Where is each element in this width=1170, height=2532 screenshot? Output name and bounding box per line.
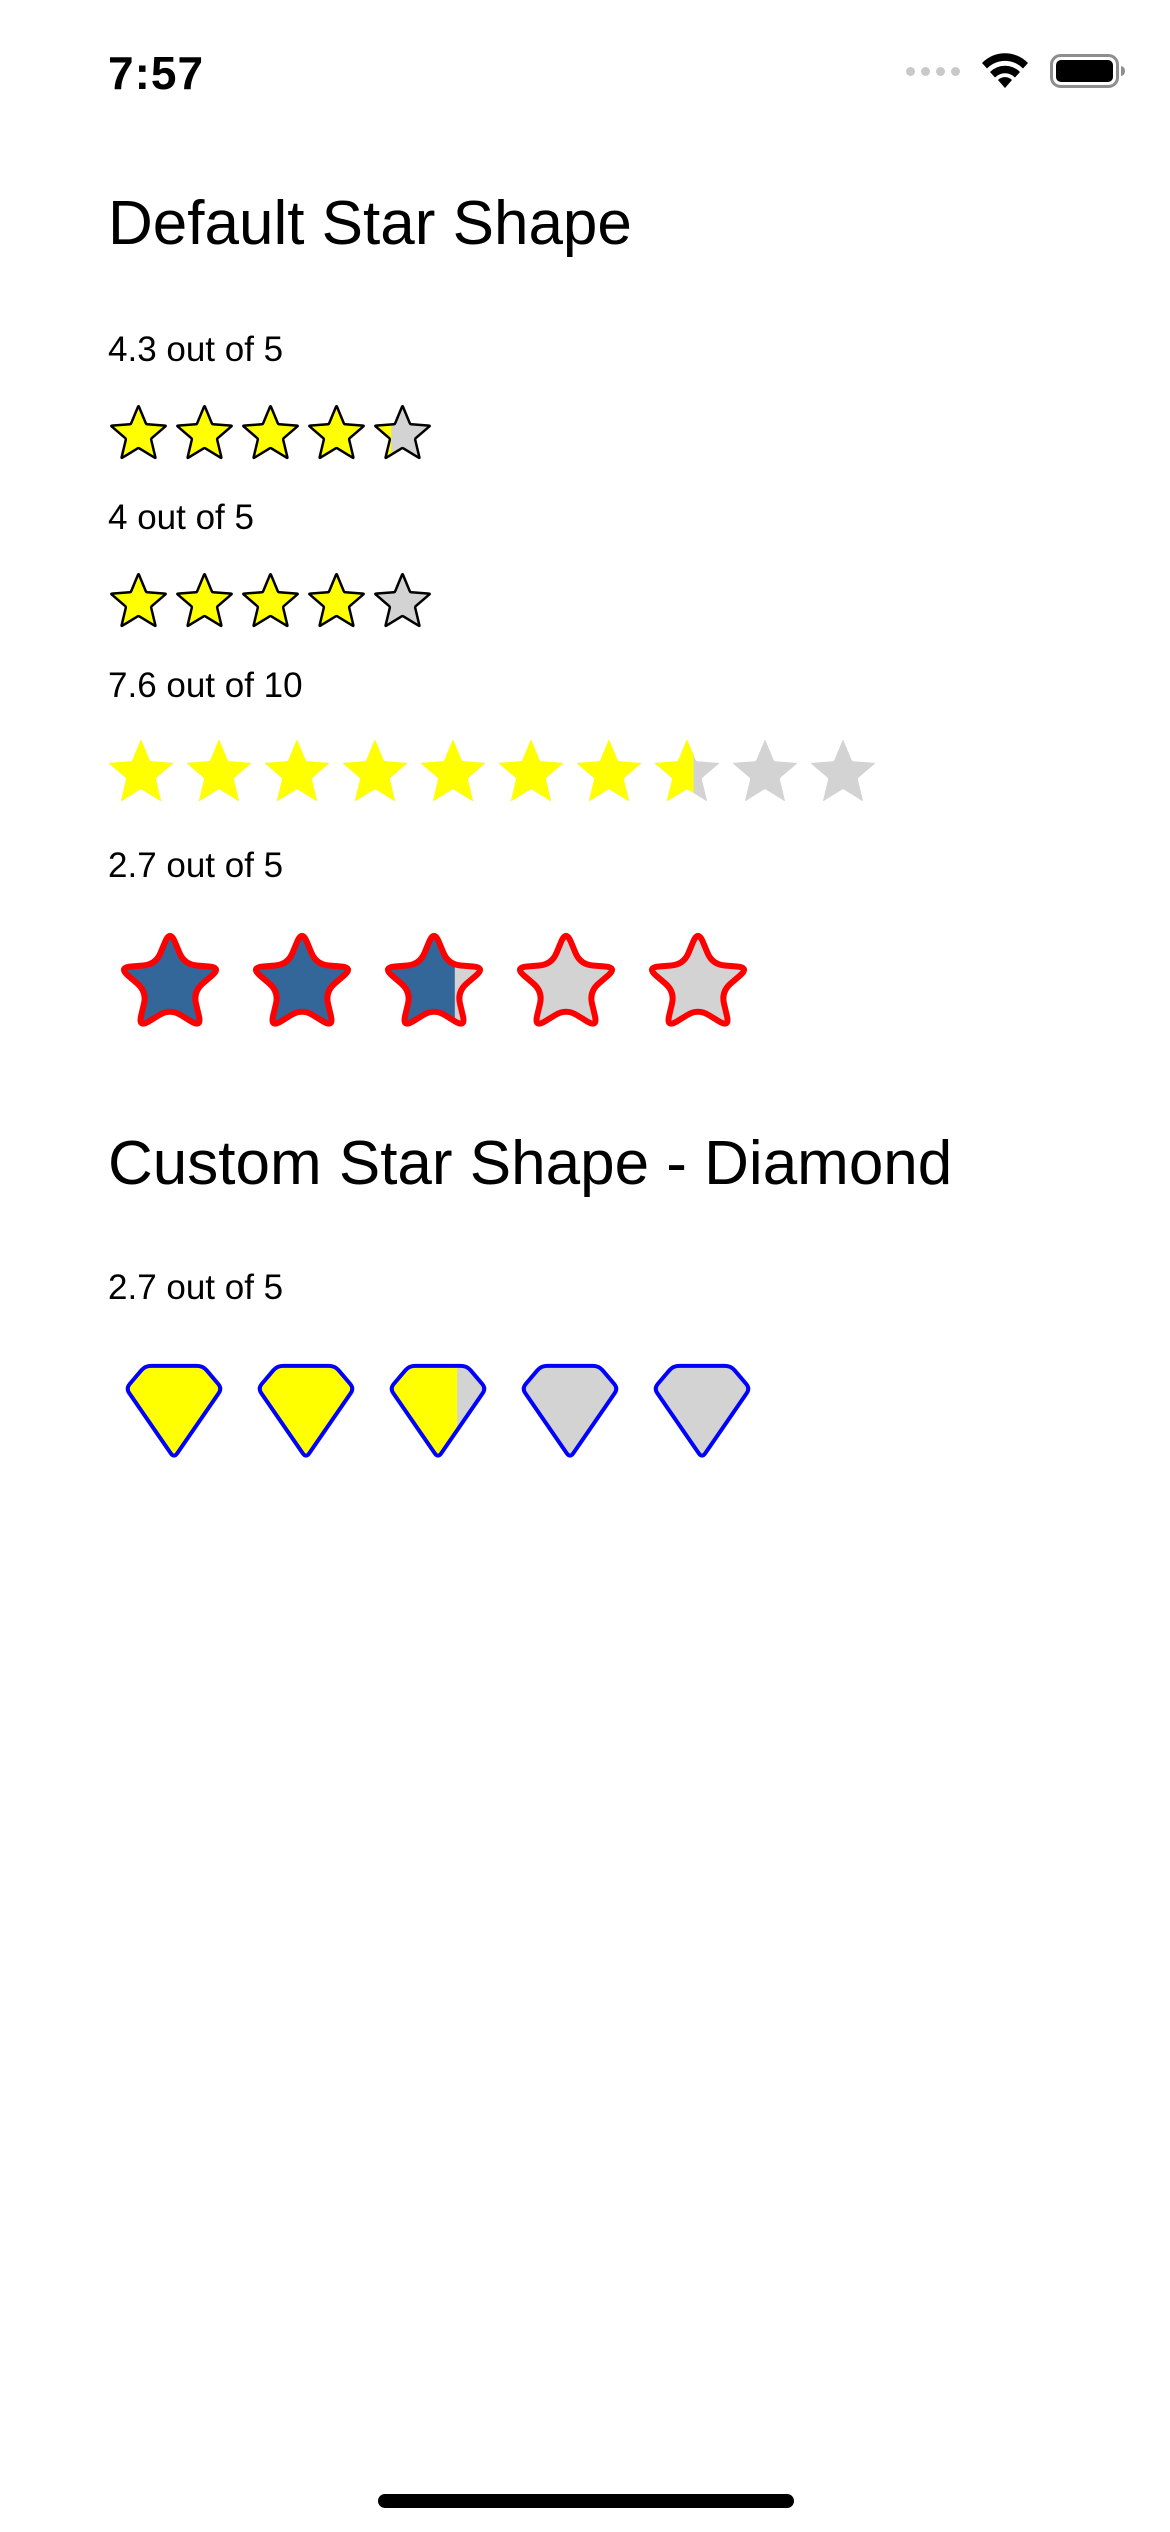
diamond-rating-icon[interactable]	[653, 1363, 751, 1458]
star-rating-icon[interactable]	[498, 739, 564, 801]
home-indicator	[378, 2494, 794, 2508]
star-rating-icon[interactable]	[186, 739, 252, 801]
star-rating-icon[interactable]	[242, 572, 299, 628]
rating-label: 2.7 out of 5	[108, 1268, 284, 1307]
battery-icon	[1050, 54, 1125, 88]
diamond-rating-icon[interactable]	[125, 1363, 223, 1458]
diamond-rating-icon[interactable]	[389, 1363, 487, 1458]
cellular-signal-icon	[906, 66, 960, 76]
rating-label: 4 out of 5	[108, 498, 254, 537]
star-rating-icon[interactable]	[110, 572, 167, 628]
diamond-rating-icon[interactable]	[257, 1363, 355, 1458]
rating-label: 7.6 out of 10	[108, 666, 303, 705]
wifi-icon	[982, 53, 1028, 88]
status-icons	[906, 52, 1126, 90]
star-rating-icon[interactable]	[308, 572, 365, 628]
star-rating-icon[interactable]	[308, 404, 365, 460]
rounded-star-rating-icon[interactable]	[385, 932, 483, 1027]
star-rating-row[interactable]	[108, 738, 908, 808]
star-rating-row[interactable]	[108, 570, 448, 630]
rating-label: 4.3 out of 5	[108, 330, 284, 369]
star-rating-icon[interactable]	[732, 739, 798, 801]
star-rating-icon[interactable]	[176, 572, 233, 628]
star-rating-row[interactable]	[108, 922, 808, 1034]
rating-label: 2.7 out of 5	[108, 846, 284, 885]
star-rating-icon[interactable]	[420, 739, 486, 801]
diamond-rating-icon[interactable]	[521, 1363, 619, 1458]
rounded-star-rating-icon[interactable]	[121, 932, 219, 1027]
rounded-star-rating-icon[interactable]	[649, 932, 747, 1027]
rounded-star-rating-icon[interactable]	[253, 932, 351, 1027]
star-rating-icon[interactable]	[576, 739, 642, 801]
status-bar: 7:57	[0, 0, 1170, 150]
star-rating-row[interactable]	[108, 402, 448, 462]
diamond-rating-row[interactable]	[108, 1358, 808, 1462]
rounded-star-rating-icon[interactable]	[517, 932, 615, 1027]
status-time: 7:57	[108, 47, 205, 99]
star-rating-icon[interactable]	[374, 572, 431, 628]
star-rating-icon[interactable]	[264, 739, 330, 801]
star-rating-icon[interactable]	[176, 404, 233, 460]
star-rating-icon[interactable]	[810, 739, 876, 801]
section-title-default-star: Default Star Shape	[108, 189, 632, 258]
star-rating-icon[interactable]	[110, 404, 167, 460]
star-rating-icon[interactable]	[242, 404, 299, 460]
star-rating-icon[interactable]	[108, 739, 174, 801]
star-rating-icon[interactable]	[654, 739, 720, 801]
star-rating-icon[interactable]	[374, 404, 431, 460]
section-title-custom-diamond: Custom Star Shape - Diamond	[108, 1129, 953, 1198]
star-rating-icon[interactable]	[342, 739, 408, 801]
